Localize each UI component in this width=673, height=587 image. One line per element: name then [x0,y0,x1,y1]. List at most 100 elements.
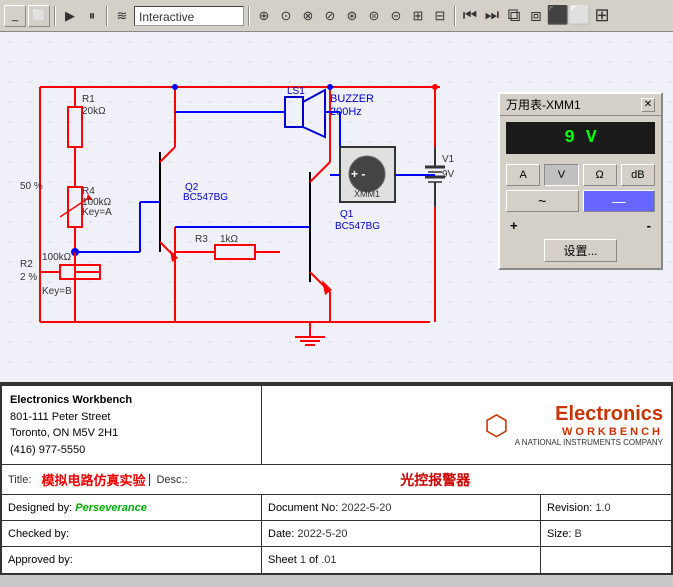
designed-by-value: Perseverance [75,502,147,514]
nav1[interactable]: ⏮ [460,6,480,26]
tool1[interactable]: ⊕ [254,6,274,26]
multimeter-terminals: + - [500,216,661,237]
svg-text:1kΩ: 1kΩ [220,234,239,245]
svg-text:R2: R2 [20,259,33,270]
approved-by-label: Approved by: [8,554,73,566]
revision-value: 1.0 [595,502,610,514]
multimeter-close-btn[interactable]: ✕ [641,98,655,112]
circuit-diagram: R1 20kΩ 50 % R4 100kΩ Key=A R2 2 % 100kΩ… [0,32,470,382]
revision-label: Revision: [547,502,592,514]
mm-dc-btn[interactable]: — [583,190,656,212]
revision-cell: Revision: 1.0 [541,495,671,520]
nav5[interactable]: ⬛ [548,6,568,26]
logo-electronics: Electronics [515,403,663,426]
title-value: 模拟电路仿真实验 [37,470,149,489]
mm-ampere-btn[interactable]: A [506,164,540,186]
svg-text:BC547BG: BC547BG [183,192,228,203]
size-label: Size: [547,528,571,540]
company-line4: (416) 977-5550 [10,442,253,459]
svg-text:XMM1: XMM1 [354,189,380,199]
desc-label: Desc.: [149,474,199,486]
multimeter-wave-buttons: ~ — [500,190,661,216]
date-label: Date: [268,528,294,540]
designed-row: Designed by: Perseverance Document No: 2… [2,495,671,521]
mm-volt-btn[interactable]: V [544,164,578,186]
svg-text:Key=A: Key=A [82,207,112,218]
mode-label: Interactive [134,6,244,26]
approved-by-cell: Approved by: [2,547,262,573]
mm-minus-terminal: - [647,218,651,233]
multimeter-title-label: 万用表-XMM1 [506,96,581,113]
svg-text:2 %: 2 % [20,272,37,283]
multimeter-mode-buttons: A V Ω dB [500,160,661,190]
nav6[interactable]: ⬜ [570,6,590,26]
svg-text:BUZZER: BUZZER [330,93,374,105]
tool8[interactable]: ⊞ [408,6,428,26]
sep1 [54,6,56,26]
nav2[interactable]: ⏭ [482,6,502,26]
logo-area: ⬡ Electronics WORKBENCH A NATIONAL INSTR… [262,386,671,464]
designed-by-label: Designed by: [8,502,72,514]
svg-text:R4: R4 [82,186,95,197]
svg-text:Key=B: Key=B [42,286,72,297]
svg-text:R1: R1 [82,94,95,105]
tool4[interactable]: ⊘ [320,6,340,26]
info-rows: Designed by: Perseverance Document No: 2… [2,495,671,573]
multimeter-panel: 万用表-XMM1 ✕ 9 V A V Ω dB ~ — + - 设置... [498,92,663,270]
mm-settings-btn[interactable]: 设置... [544,239,616,262]
project-name: 光控报警器 [199,470,671,490]
doc-no-cell: Document No: 2022-5-20 [262,495,541,520]
checked-by-label: Checked by: [8,528,69,540]
play-btn[interactable]: ▶ [60,6,80,26]
minimize-btn[interactable]: _ [4,5,26,27]
tool2[interactable]: ⊙ [276,6,296,26]
pause-btn[interactable]: ⏸ [82,6,102,26]
svg-text:100kΩ: 100kΩ [42,252,72,263]
nav7[interactable]: ⊞ [592,6,612,26]
title-block: Electronics Workbench 801-111 Peter Stre… [0,382,673,575]
logo-sub: A NATIONAL INSTRUMENTS COMPANY [515,438,663,447]
multimeter-display: 9 V [506,122,655,154]
sep2 [106,6,108,26]
svg-text:9V: 9V [442,169,455,180]
nav4[interactable]: ⧈ [526,6,546,26]
sep3 [248,6,250,26]
restore-btn[interactable]: ⬜ [28,5,50,27]
toolbar: _ ⬜ ▶ ⏸ ≋ Interactive ⊕ ⊙ ⊗ ⊘ ⊛ ⊜ ⊝ ⊞ ⊟ … [0,0,673,32]
wave-icon: ≋ [112,6,132,26]
company-line1: Electronics Workbench [10,392,253,409]
mm-ohm-btn[interactable]: Ω [583,164,617,186]
designed-by-cell: Designed by: Perseverance [2,495,262,520]
logo-workbench: WORKBENCH [515,426,663,438]
svg-text:Q1: Q1 [340,209,354,220]
svg-text:V1: V1 [442,154,455,165]
nav3[interactable]: ⧉ [504,6,524,26]
sheet-value: 1 [300,554,306,566]
tool7[interactable]: ⊝ [386,6,406,26]
doc-no-value: 2022-5-20 [341,502,391,514]
mm-ac-btn[interactable]: ~ [506,190,579,212]
size-value: B [575,528,582,540]
tool5[interactable]: ⊛ [342,6,362,26]
date-value: 2022-5-20 [297,528,347,540]
sheet-cell: Sheet 1 of .01 [262,547,541,573]
tool6[interactable]: ⊜ [364,6,384,26]
tool9[interactable]: ⊟ [430,6,450,26]
company-line2: 801-111 Peter Street [10,409,253,426]
svg-text:20kΩ: 20kΩ [82,106,106,117]
multimeter-title-bar: 万用表-XMM1 ✕ [500,94,661,116]
circuit-area[interactable]: R1 20kΩ 50 % R4 100kΩ Key=A R2 2 % 100kΩ… [0,32,673,382]
svg-text:BC547BG: BC547BG [335,221,380,232]
svg-text:LS1: LS1 [287,86,305,97]
tool3[interactable]: ⊗ [298,6,318,26]
approved-row: Approved by: Sheet 1 of .01 [2,547,671,573]
mm-settings-area: 设置... [500,237,661,268]
mm-db-btn[interactable]: dB [621,164,655,186]
logo-text: Electronics WORKBENCH A NATIONAL INSTRUM… [515,403,663,447]
date-cell: Date: 2022-5-20 [262,521,541,546]
company-info: Electronics Workbench 801-111 Peter Stre… [2,386,262,464]
of-value: .01 [321,554,336,566]
checked-row: Checked by: Date: 2022-5-20 Size: B [2,521,671,547]
size-cell: Size: B [541,521,671,546]
sheet-label: Sheet [268,554,297,566]
